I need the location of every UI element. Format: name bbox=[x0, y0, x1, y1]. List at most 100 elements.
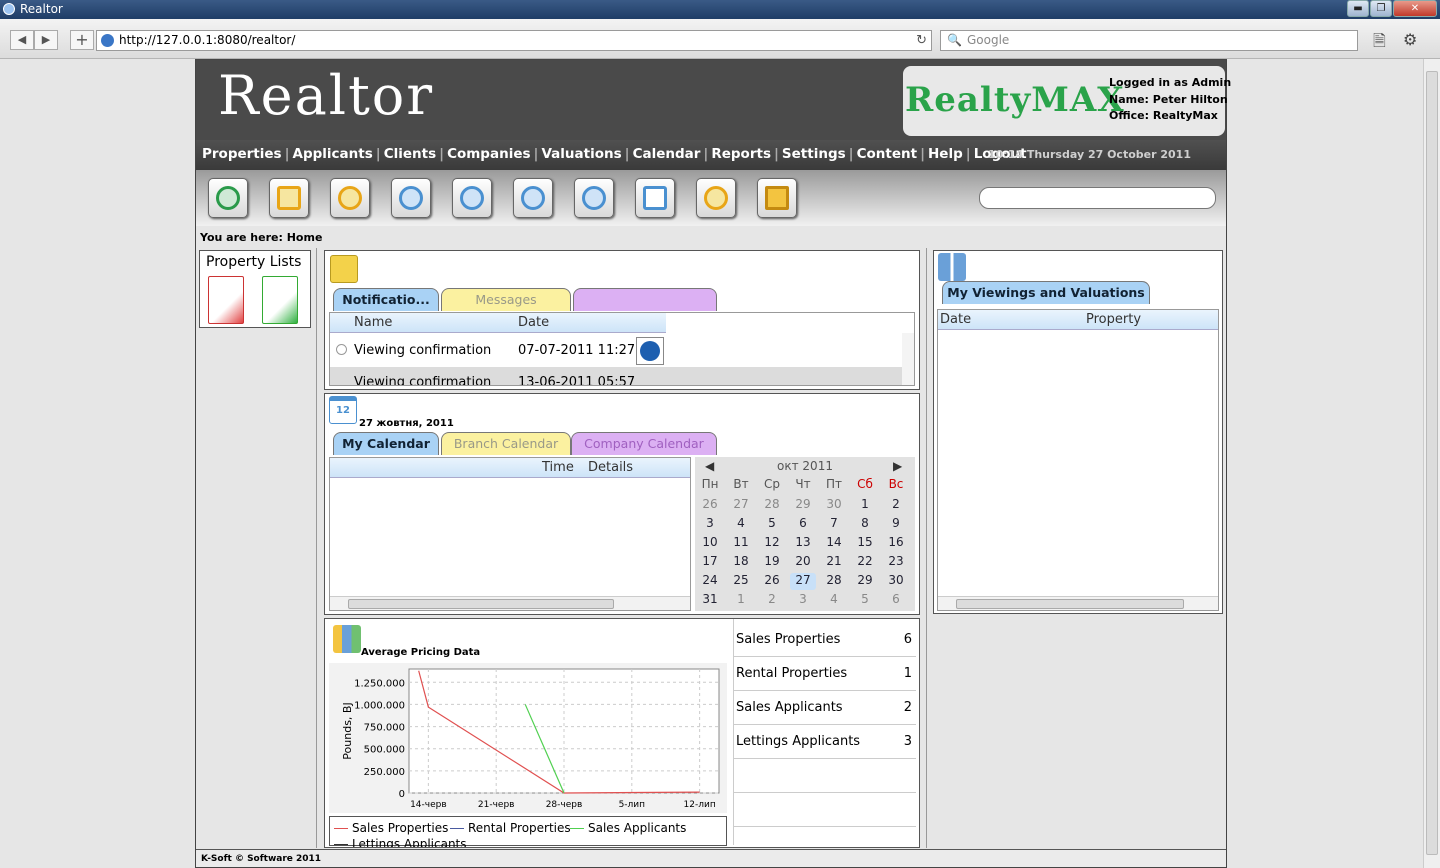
menu-item-calendar[interactable]: Calendar bbox=[633, 146, 701, 162]
page-scrollbar-thumb[interactable] bbox=[1426, 71, 1438, 855]
calendar-day[interactable]: 3 bbox=[697, 516, 723, 533]
calendar-day[interactable]: 1 bbox=[728, 592, 754, 609]
next-month-icon[interactable]: ▶ bbox=[893, 459, 902, 473]
legend-item[interactable]: Rental Properties bbox=[450, 821, 571, 835]
calendar-day[interactable]: 28 bbox=[759, 497, 785, 514]
menu-item-companies[interactable]: Companies bbox=[447, 146, 530, 162]
calendar-day[interactable]: 4 bbox=[821, 592, 847, 609]
address-bar[interactable]: http://127.0.0.1:8080/realtor/ ↻ bbox=[96, 30, 932, 51]
add-applicant-button[interactable] bbox=[391, 178, 431, 218]
tab-my-calendar[interactable]: My Calendar bbox=[333, 432, 439, 455]
tab-branch-calendar[interactable]: Branch Calendar bbox=[441, 432, 571, 455]
browser-search-input[interactable]: 🔍 Google bbox=[940, 30, 1358, 51]
calendar-day[interactable]: 16 bbox=[883, 535, 909, 552]
legend-item[interactable]: Lettings Applicants bbox=[334, 837, 467, 847]
col-time[interactable]: Time bbox=[542, 460, 574, 475]
calendar-day[interactable]: 2 bbox=[759, 592, 785, 609]
back-button[interactable]: ◀ bbox=[10, 30, 34, 50]
viewings-hscroll[interactable] bbox=[938, 596, 1218, 610]
calendar-day[interactable]: 18 bbox=[728, 554, 754, 571]
calendar-day[interactable]: 9 bbox=[883, 516, 909, 533]
calendar-day[interactable]: 7 bbox=[821, 516, 847, 533]
tools-gear-icon[interactable]: ⚙ bbox=[1403, 30, 1417, 49]
calendar-hscroll-thumb[interactable] bbox=[348, 599, 614, 609]
calendar-day[interactable]: 19 bbox=[759, 554, 785, 571]
calendar-day[interactable]: 30 bbox=[883, 573, 909, 590]
col-date[interactable]: Date bbox=[518, 315, 549, 330]
tab-messages[interactable]: Messages bbox=[441, 288, 571, 311]
menu-item-reports[interactable]: Reports bbox=[711, 146, 771, 162]
page-scrollbar[interactable] bbox=[1423, 59, 1440, 868]
calendar-day[interactable]: 3 bbox=[790, 592, 816, 609]
calendar-day[interactable]: 29 bbox=[790, 497, 816, 514]
add-property-button[interactable] bbox=[269, 178, 309, 218]
tab-third[interactable] bbox=[573, 288, 717, 311]
search-applicant-button[interactable] bbox=[452, 178, 492, 218]
forward-button[interactable]: ▶ bbox=[34, 30, 58, 50]
help-button[interactable] bbox=[696, 178, 736, 218]
calendar-day[interactable]: 21 bbox=[821, 554, 847, 571]
calendar-day[interactable]: 27 bbox=[790, 573, 816, 590]
menu-item-valuations[interactable]: Valuations bbox=[541, 146, 621, 162]
calendar-day[interactable]: 12 bbox=[759, 535, 785, 552]
calendar-day[interactable]: 22 bbox=[852, 554, 878, 571]
logout-button[interactable] bbox=[757, 178, 797, 218]
row-radio[interactable] bbox=[336, 344, 347, 355]
calendar-day[interactable]: 4 bbox=[728, 516, 754, 533]
tab-notifications[interactable]: Notificatio... bbox=[333, 288, 439, 311]
page-menu-icon[interactable]: 🗎 bbox=[1373, 30, 1386, 57]
legend-item[interactable]: Sales Properties bbox=[334, 821, 448, 835]
refresh-home-button[interactable] bbox=[208, 178, 248, 218]
menu-item-settings[interactable]: Settings bbox=[782, 146, 846, 162]
minimize-button[interactable]: ▬ bbox=[1347, 0, 1369, 17]
tab-company-calendar[interactable]: Company Calendar bbox=[571, 432, 717, 455]
calendar-day[interactable]: 28 bbox=[821, 573, 847, 590]
pdf-red-icon[interactable] bbox=[208, 276, 244, 324]
pdf-green-icon[interactable] bbox=[262, 276, 298, 324]
add-client-button[interactable] bbox=[513, 178, 553, 218]
calendar-day[interactable]: 5 bbox=[852, 592, 878, 609]
prev-month-icon[interactable]: ◀ bbox=[705, 459, 714, 473]
menu-item-content[interactable]: Content bbox=[857, 146, 917, 162]
calendar-button[interactable] bbox=[635, 178, 675, 218]
calendar-day[interactable]: 13 bbox=[790, 535, 816, 552]
table-row[interactable]: Viewing confirmation 07-07-2011 11:27 bbox=[330, 333, 914, 367]
calendar-day[interactable]: 17 bbox=[697, 554, 723, 571]
col-name[interactable]: Name bbox=[354, 315, 392, 330]
calendar-day[interactable]: 15 bbox=[852, 535, 878, 552]
search-property-button[interactable] bbox=[330, 178, 370, 218]
maximize-button[interactable]: ❐ bbox=[1370, 0, 1392, 17]
col-property[interactable]: Property bbox=[1086, 312, 1141, 327]
calendar-day[interactable]: 26 bbox=[697, 497, 723, 514]
col-date[interactable]: Date bbox=[940, 312, 971, 327]
menu-item-help[interactable]: Help bbox=[928, 146, 963, 162]
calendar-day[interactable]: 10 bbox=[697, 535, 723, 552]
app-search-input[interactable] bbox=[979, 187, 1216, 209]
calendar-day[interactable]: 6 bbox=[883, 592, 909, 609]
search-client-button[interactable] bbox=[574, 178, 614, 218]
tab-my-viewings[interactable]: My Viewings and Valuations bbox=[942, 281, 1150, 304]
calendar-day[interactable]: 31 bbox=[697, 592, 723, 609]
calendar-day[interactable]: 20 bbox=[790, 554, 816, 571]
calendar-day[interactable]: 11 bbox=[728, 535, 754, 552]
reload-icon[interactable]: ↻ bbox=[916, 31, 927, 50]
menu-item-applicants[interactable]: Applicants bbox=[293, 146, 373, 162]
calendar-day[interactable]: 14 bbox=[821, 535, 847, 552]
calendar-day[interactable]: 24 bbox=[697, 573, 723, 590]
menu-item-clients[interactable]: Clients bbox=[384, 146, 436, 162]
calendar-day[interactable]: 8 bbox=[852, 516, 878, 533]
calendar-day[interactable]: 2 bbox=[883, 497, 909, 514]
calendar-day[interactable]: 25 bbox=[728, 573, 754, 590]
calendar-day[interactable]: 6 bbox=[790, 516, 816, 533]
info-button[interactable] bbox=[636, 337, 664, 365]
calendar-day[interactable]: 5 bbox=[759, 516, 785, 533]
menu-item-properties[interactable]: Properties bbox=[202, 146, 282, 162]
calendar-day[interactable]: 29 bbox=[852, 573, 878, 590]
viewings-hscroll-thumb[interactable] bbox=[956, 599, 1184, 609]
calendar-day[interactable]: 30 bbox=[821, 497, 847, 514]
legend-item[interactable]: Sales Applicants bbox=[570, 821, 686, 835]
calendar-day[interactable]: 1 bbox=[852, 497, 878, 514]
notifications-scrollbar[interactable] bbox=[902, 333, 914, 385]
calendar-day[interactable]: 27 bbox=[728, 497, 754, 514]
new-tab-button[interactable]: + bbox=[70, 30, 94, 50]
